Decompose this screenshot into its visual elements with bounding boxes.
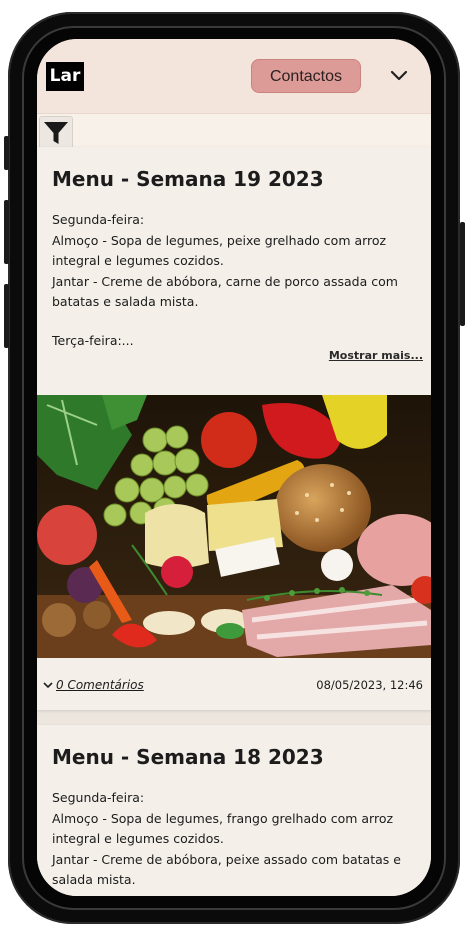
chevron-down-icon[interactable] — [389, 65, 409, 85]
site-logo[interactable]: Lar — [46, 62, 84, 91]
lunch-text: Almoço - Sopa de legumes, peixe grelhado… — [52, 232, 387, 269]
comments-link[interactable]: 0 Comentários — [56, 678, 144, 692]
show-more-link[interactable]: Mostrar mais... — [329, 349, 423, 362]
filter-bar — [37, 113, 431, 150]
next-day-heading: Terça-feira:... — [52, 332, 134, 348]
dinner-text: Jantar - Creme de abóbora, peixe assado … — [52, 851, 401, 888]
post-footer: 0 Comentários 08/05/2023, 12:46 — [37, 658, 431, 710]
phone-side-button — [4, 136, 9, 170]
app-screen: Lar Contactos Menu - Semana 19 2023 Segu… — [37, 39, 431, 896]
top-nav-bar: Lar Contactos — [37, 39, 431, 113]
filter-icon — [44, 122, 68, 144]
post-excerpt: Segunda-feira: Almoço - Sopa de legumes,… — [52, 210, 430, 351]
contacts-button[interactable]: Contactos — [251, 59, 361, 93]
chevron-down-small-icon[interactable] — [43, 680, 53, 690]
post-excerpt: Segunda-feira: Almoço - Sopa de legumes,… — [52, 788, 430, 891]
post-title: Menu - Semana 18 2023 — [52, 745, 324, 769]
lunch-text: Almoço - Sopa de legumes, frango grelhad… — [52, 810, 394, 847]
post-title: Menu - Semana 19 2023 — [52, 167, 324, 191]
phone-power-button — [460, 222, 465, 326]
day-heading: Segunda-feira: — [52, 212, 145, 227]
post-timestamp: 08/05/2023, 12:46 — [316, 678, 423, 692]
phone-volume-up-button — [4, 200, 9, 264]
phone-volume-down-button — [4, 284, 9, 348]
post-image-food[interactable] — [37, 395, 431, 658]
day-heading: Segunda-feira: — [52, 790, 145, 805]
dinner-text: Jantar - Creme de abóbora, carne de porc… — [52, 273, 398, 310]
filter-button[interactable] — [39, 116, 73, 150]
post-card: Menu - Semana 18 2023 Segunda-feira: Alm… — [37, 725, 431, 896]
